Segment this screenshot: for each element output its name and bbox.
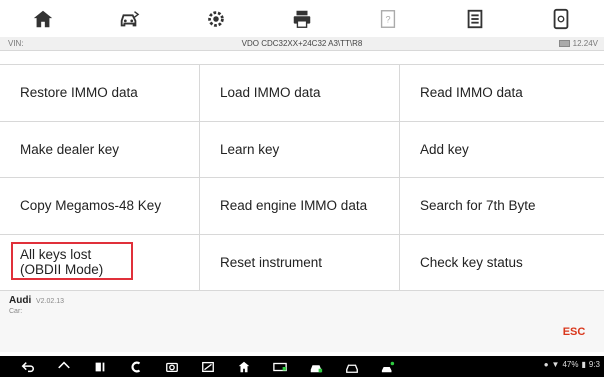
- data-record-icon: [467, 9, 482, 28]
- vehicle-icon: [346, 364, 358, 373]
- back-icon: [21, 361, 34, 372]
- software-version: V2.02.13: [36, 298, 65, 305]
- status-area: ● ▼ 47% ▮ 9:3: [544, 360, 600, 369]
- function-restore-immo-data[interactable]: Restore IMMO data: [0, 65, 200, 122]
- autel-shortcut-icon: [131, 361, 141, 372]
- function-label: All keys lost (OBDII Mode): [20, 247, 104, 278]
- function-read-engine-immo-data[interactable]: Read engine IMMO data: [200, 178, 400, 235]
- vehicle-connection-icon: [310, 364, 323, 372]
- diag-home-button[interactable]: [226, 356, 262, 377]
- function-search-7th-byte[interactable]: Search for 7th Byte: [400, 178, 604, 235]
- function-label: Restore IMMO data: [20, 85, 138, 101]
- vci-button[interactable]: [262, 356, 298, 377]
- battery-status-icon: ▮: [581, 360, 586, 369]
- top-toolbar: ?: [0, 0, 604, 37]
- vehicle-menu-button[interactable]: [334, 356, 370, 377]
- screenshot-button[interactable]: [518, 0, 604, 37]
- function-label: Read IMMO data: [420, 85, 523, 101]
- function-check-key-status[interactable]: Check key status: [400, 234, 604, 291]
- svg-text:?: ?: [386, 14, 391, 24]
- vehicle-remote-icon: [381, 361, 395, 372]
- function-add-key[interactable]: Add key: [400, 121, 604, 178]
- function-copy-megamos-48-key[interactable]: Copy Megamos-48 Key: [0, 178, 200, 235]
- display-settings-button[interactable]: [190, 356, 226, 377]
- battery-icon: [558, 40, 570, 47]
- home-icon: [33, 10, 53, 27]
- make-name: Audi: [9, 295, 32, 306]
- function-label: Make dealer key: [20, 141, 120, 157]
- recent-apps-button[interactable]: [82, 356, 118, 377]
- wifi-icon: ▼: [551, 360, 560, 369]
- vehicle-info: VDO CDC32XX+24C32 A3\TT\R8: [241, 39, 363, 48]
- home-nav-icon: [58, 361, 70, 368]
- message-icon: ●: [543, 360, 549, 369]
- data-record-button[interactable]: [431, 0, 517, 37]
- vehicle-swap-button[interactable]: [86, 0, 172, 37]
- help-button[interactable]: ?: [345, 0, 431, 37]
- voltage-value: 12.24V: [572, 39, 598, 48]
- vin-bar: VIN: VDO CDC32XX+24C32 A3\TT\R8 12.24V: [0, 37, 604, 51]
- print-button[interactable]: [259, 0, 345, 37]
- immo-function-grid: Restore IMMO data Load IMMO data Read IM…: [0, 64, 604, 291]
- home-nav-button[interactable]: [46, 356, 82, 377]
- battery-percent: 47%: [562, 360, 579, 369]
- help-icon: ?: [381, 9, 396, 28]
- function-label: Reset instrument: [220, 254, 323, 270]
- back-button[interactable]: [10, 356, 46, 377]
- screenshot-icon: [553, 8, 569, 29]
- settings-button[interactable]: [173, 0, 259, 37]
- function-make-dealer-key[interactable]: Make dealer key: [0, 121, 200, 178]
- function-read-immo-data[interactable]: Read IMMO data: [400, 65, 604, 122]
- recent-apps-icon: [95, 362, 105, 371]
- print-icon: [293, 10, 311, 28]
- settings-gear-icon: [207, 10, 224, 27]
- function-label: Read engine IMMO data: [220, 198, 368, 214]
- function-label: Load IMMO data: [220, 85, 321, 101]
- voltage-indicator: 12.24V: [558, 39, 598, 48]
- function-reset-instrument[interactable]: Reset instrument: [200, 234, 400, 291]
- function-label: Add key: [420, 141, 469, 157]
- footer-bar: Audi V2.02.13 Car: ESC: [0, 290, 604, 352]
- vehicle-connection-button[interactable]: [298, 356, 334, 377]
- diag-home-icon: [238, 361, 250, 372]
- vehicle-make: Audi V2.02.13: [9, 295, 64, 306]
- function-label: Learn key: [220, 141, 280, 157]
- vci-icon: [273, 362, 287, 371]
- clock: 9:3: [588, 360, 600, 369]
- system-nav-bar: ● ▼ 47% ▮ 9:3: [0, 356, 604, 377]
- home-button[interactable]: [0, 0, 86, 37]
- display-settings-icon: [202, 361, 214, 372]
- vehicle-swap-icon: [121, 10, 140, 26]
- esc-button[interactable]: ESC: [544, 321, 604, 343]
- camera-button[interactable]: [154, 356, 190, 377]
- function-all-keys-lost-obdii[interactable]: All keys lost (OBDII Mode): [0, 234, 200, 291]
- car-label: Car:: [9, 308, 23, 315]
- function-label: Search for 7th Byte: [420, 198, 536, 214]
- function-learn-key[interactable]: Learn key: [200, 121, 400, 178]
- function-load-immo-data[interactable]: Load IMMO data: [200, 65, 400, 122]
- vehicle-remote-button[interactable]: [370, 356, 406, 377]
- function-label: Check key status: [420, 254, 523, 270]
- autel-shortcut-button[interactable]: [118, 356, 154, 377]
- function-label: Copy Megamos-48 Key: [20, 198, 162, 214]
- camera-icon: [166, 362, 178, 372]
